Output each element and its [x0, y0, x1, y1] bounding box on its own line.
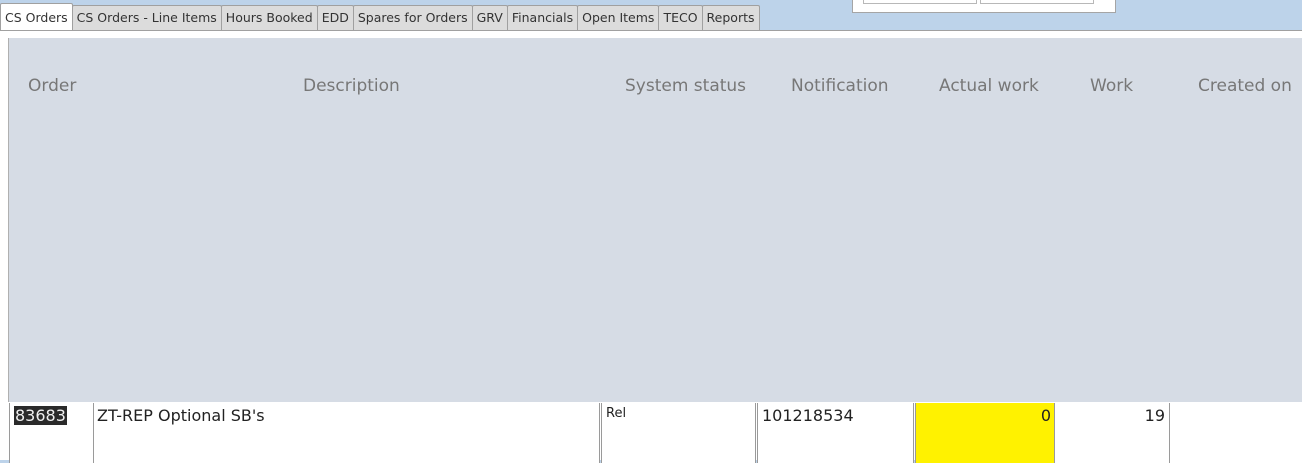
- cell-work[interactable]: 19: [1055, 403, 1170, 463]
- column-header-order[interactable]: Order: [28, 76, 76, 96]
- tab-reports[interactable]: Reports: [701, 5, 760, 30]
- cell-notification[interactable]: 101218534: [757, 403, 914, 463]
- cell-system-status[interactable]: Rel: [601, 403, 756, 463]
- tab-strip: CS Orders CS Orders - Line Items Hours B…: [0, 3, 760, 30]
- cell-order[interactable]: 83683: [9, 403, 94, 463]
- column-header-description[interactable]: Description: [303, 76, 400, 96]
- column-header-created-on[interactable]: Created on: [1198, 76, 1292, 96]
- order-value: 83683: [14, 406, 67, 425]
- tab-spares-for-orders[interactable]: Spares for Orders: [352, 5, 473, 30]
- orders-datasheet: Order Description System status Notifica…: [0, 30, 1302, 463]
- tab-teco[interactable]: TECO: [658, 5, 703, 30]
- tab-edd[interactable]: EDD: [316, 5, 354, 30]
- actual-work-value: 0: [1040, 406, 1051, 425]
- tab-hours-booked[interactable]: Hours Booked: [220, 5, 318, 30]
- filter-input-2[interactable]: [980, 0, 1094, 4]
- description-value: ZT-REP Optional SB's: [97, 406, 265, 425]
- cell-created-on[interactable]: [1170, 403, 1302, 463]
- tab-financials[interactable]: Financials: [506, 5, 579, 30]
- cell-actual-work[interactable]: 0: [915, 403, 1055, 463]
- column-header-system-status[interactable]: System status: [625, 76, 746, 96]
- notification-value: 101218534: [762, 406, 854, 425]
- work-value: 19: [1144, 406, 1165, 425]
- system-status-value: Rel: [606, 406, 627, 421]
- column-header-work[interactable]: Work: [1090, 76, 1133, 96]
- filter-panel: [852, 0, 1116, 13]
- tab-grv[interactable]: GRV: [471, 5, 508, 30]
- column-header-actual-work[interactable]: Actual work: [939, 76, 1039, 96]
- cell-description[interactable]: ZT-REP Optional SB's: [94, 403, 600, 463]
- filter-input-1[interactable]: [863, 0, 977, 4]
- column-header-notification[interactable]: Notification: [791, 76, 889, 96]
- tab-cs-orders-line-items[interactable]: CS Orders - Line Items: [71, 5, 222, 30]
- tab-open-items[interactable]: Open Items: [577, 5, 660, 30]
- tab-cs-orders[interactable]: CS Orders: [0, 3, 73, 30]
